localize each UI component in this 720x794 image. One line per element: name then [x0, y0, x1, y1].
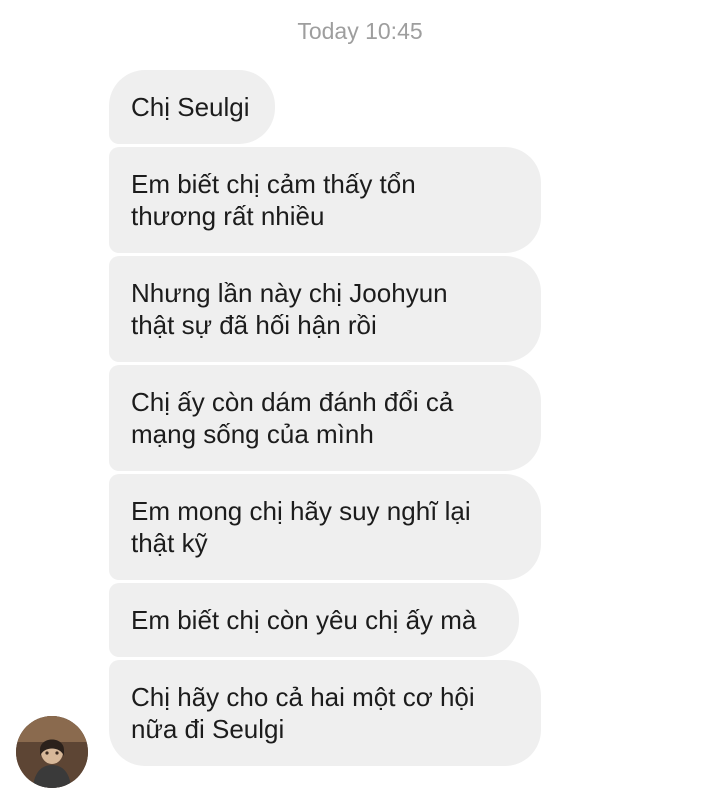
- message-bubble[interactable]: Em mong chị hãy suy nghĩ lại thật kỹ: [109, 474, 541, 580]
- person-icon: [16, 716, 88, 788]
- contact-avatar[interactable]: [16, 716, 88, 788]
- message-bubble[interactable]: Chị hãy cho cả hai một cơ hội nữa đi Seu…: [109, 660, 541, 766]
- message-bubble[interactable]: Nhưng lần này chị Joohyun thật sự đã hối…: [109, 256, 541, 362]
- message-bubble[interactable]: Em biết chị còn yêu chị ấy mà: [109, 583, 519, 657]
- message-bubble[interactable]: Em biết chị cảm thấy tổn thương rất nhiề…: [109, 147, 541, 253]
- message-bubble[interactable]: Chị Seulgi: [109, 70, 275, 144]
- message-timestamp: Today 10:45: [297, 18, 423, 44]
- message-bubble[interactable]: Chị ấy còn dám đánh đổi cả mạng sống của…: [109, 365, 541, 471]
- message-thread: Chị Seulgi Em biết chị cảm thấy tổn thươ…: [109, 70, 549, 769]
